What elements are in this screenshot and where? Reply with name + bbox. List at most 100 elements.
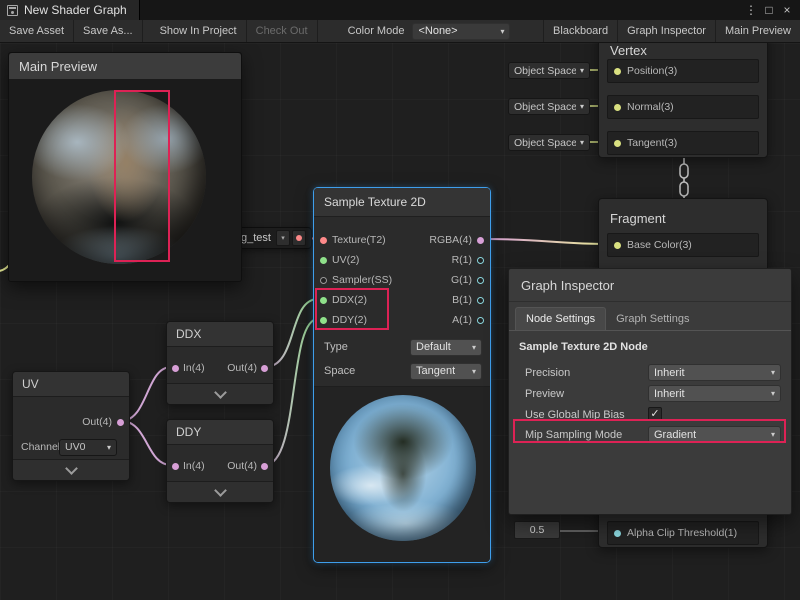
input-row-texture[interactable]: Texture(T2): [320, 230, 386, 250]
output-row-rgba[interactable]: RGBA(4): [429, 230, 484, 250]
maximize-icon[interactable]: □: [760, 0, 778, 20]
ddy-in-port[interactable]: [172, 463, 179, 470]
color-mode-label: Color Mode: [342, 20, 411, 42]
property-output-port[interactable]: [292, 230, 306, 246]
graph-inspector-toggle[interactable]: Graph Inspector: [617, 20, 715, 42]
input-row-ddx[interactable]: DDX(2): [320, 290, 367, 310]
ddy-collapse-button[interactable]: [167, 481, 273, 502]
graph-inspector-header[interactable]: Graph Inspector: [509, 269, 791, 302]
output-row-g[interactable]: G(1): [451, 270, 484, 290]
alpha-clip-port-dot[interactable]: [614, 530, 621, 537]
precision-row: Precision Inherit ▾: [525, 363, 779, 382]
input-row-sampler[interactable]: Sampler(SS): [320, 270, 392, 290]
ddy-node[interactable]: DDY In(4) Out(4): [166, 419, 274, 503]
ddx-out-port[interactable]: [261, 365, 268, 372]
uv-out-port[interactable]: [117, 419, 124, 426]
inspector-tabs: Node Settings Graph Settings: [509, 307, 791, 331]
chevron-down-icon: ▾: [472, 343, 476, 352]
main-preview-header[interactable]: Main Preview: [9, 53, 241, 80]
type-dropdown[interactable]: Default ▾: [410, 339, 482, 356]
space-label: Space: [324, 365, 355, 377]
vertex-node[interactable]: Vertex Position(3) Normal(3) Tangent(3): [598, 30, 768, 158]
ddx-collapse-button[interactable]: [167, 383, 273, 404]
ddx-node-title: DDX: [167, 322, 273, 347]
save-as-button[interactable]: Save As...: [74, 20, 143, 42]
mip-mode-label: Mip Sampling Mode: [525, 429, 622, 441]
main-preview-toggle[interactable]: Main Preview: [715, 20, 800, 42]
g-port-dot[interactable]: [477, 277, 484, 284]
window-title: New Shader Graph: [24, 3, 127, 17]
ddx-node[interactable]: DDX In(4) Out(4): [166, 321, 274, 405]
ddy-port-dot[interactable]: [320, 317, 327, 324]
chevron-down-icon: ▾: [580, 66, 584, 75]
main-preview-title: Main Preview: [19, 59, 97, 74]
r-port-dot[interactable]: [477, 257, 484, 264]
color-mode-dropdown[interactable]: <None> ▾: [412, 23, 510, 40]
normal-space-dropdown[interactable]: Object Space ▾: [508, 98, 590, 115]
main-preview-panel[interactable]: Main Preview: [8, 52, 242, 282]
shader-graph-icon: [7, 5, 18, 16]
position-port-dot[interactable]: [614, 68, 621, 75]
inspector-node-heading: Sample Texture 2D Node: [519, 341, 648, 353]
graph-inspector-panel[interactable]: Graph Inspector Node Settings Graph Sett…: [508, 268, 792, 515]
texture-port-dot[interactable]: [320, 237, 327, 244]
precision-dropdown[interactable]: Inherit ▾: [648, 364, 781, 381]
vertex-port-tangent[interactable]: Tangent(3): [607, 131, 759, 155]
close-icon[interactable]: ×: [778, 0, 796, 20]
a-port-dot[interactable]: [477, 317, 484, 324]
output-row-a[interactable]: A(1): [452, 310, 484, 330]
uv-node[interactable]: UV Out(4) Channel UV0 ▾: [12, 371, 130, 481]
mip-mode-row: Mip Sampling Mode Gradient ▾: [525, 425, 779, 444]
ddy-node-title: DDY: [167, 420, 273, 445]
rgba-port-dot[interactable]: [477, 237, 484, 244]
output-row-b[interactable]: B(1): [452, 290, 484, 310]
main-preview-body: [9, 79, 241, 281]
uv-collapse-button[interactable]: [13, 459, 129, 480]
preview-dropdown[interactable]: Inherit ▾: [648, 385, 781, 402]
sampler-port-dot[interactable]: [320, 277, 327, 284]
position-space-dropdown[interactable]: Object Space ▾: [508, 62, 590, 79]
tab-node-settings[interactable]: Node Settings: [515, 307, 606, 330]
space-dropdown[interactable]: Tangent ▾: [410, 363, 482, 380]
alpha-clip-value-field[interactable]: 0.5: [514, 521, 560, 539]
fragment-port-alpha-clip[interactable]: Alpha Clip Threshold(1): [607, 521, 759, 545]
b-port-dot[interactable]: [477, 297, 484, 304]
ddx-in-port[interactable]: [172, 365, 179, 372]
mip-bias-row: Use Global Mip Bias ✓: [525, 405, 779, 424]
uv-port-dot[interactable]: [320, 257, 327, 264]
window-titlebar[interactable]: New Shader Graph ⋮ □ ×: [0, 0, 800, 21]
input-row-uv[interactable]: UV(2): [320, 250, 359, 270]
use-global-mip-bias-checkbox[interactable]: ✓: [648, 407, 662, 421]
document-tab[interactable]: New Shader Graph: [0, 0, 140, 20]
chevron-down-icon: ▾: [580, 102, 584, 111]
save-asset-button[interactable]: Save Asset: [0, 20, 74, 42]
vertex-port-normal[interactable]: Normal(3): [607, 95, 759, 119]
ddy-out-port[interactable]: [261, 463, 268, 470]
collapse-chevron-icon: [214, 484, 227, 497]
chevron-down-icon: ▾: [771, 389, 775, 398]
menu-icon[interactable]: ⋮: [742, 0, 760, 20]
blackboard-toggle[interactable]: Blackboard: [543, 20, 617, 42]
sample-texture-2d-node[interactable]: Sample Texture 2D Texture(T2) UV(2) Samp…: [313, 187, 491, 563]
shader-graph-window: Vertex Position(3) Normal(3) Tangent(3) …: [0, 0, 800, 600]
tab-graph-settings[interactable]: Graph Settings: [606, 308, 699, 330]
vertex-port-position[interactable]: Position(3): [607, 59, 759, 83]
collapse-chevron-icon: [65, 462, 78, 475]
base-color-port-dot[interactable]: [614, 242, 621, 249]
main-toolbar: Save Asset Save As... Show In Project Ch…: [0, 20, 800, 43]
fragment-port-base-color[interactable]: Base Color(3): [607, 233, 759, 257]
output-row-r[interactable]: R(1): [452, 250, 484, 270]
property-label: g_test: [241, 232, 271, 244]
main-preview-sphere[interactable]: [32, 90, 206, 264]
mip-sampling-mode-dropdown[interactable]: Gradient ▾: [648, 426, 781, 443]
node-preview-sphere[interactable]: [330, 395, 476, 541]
ddx-port-dot[interactable]: [320, 297, 327, 304]
property-dropdown[interactable]: ▾: [276, 230, 290, 246]
uv-channel-dropdown[interactable]: UV0 ▾: [59, 439, 117, 456]
tangent-space-dropdown[interactable]: Object Space ▾: [508, 134, 590, 151]
tangent-port-dot[interactable]: [614, 140, 621, 147]
normal-port-dot[interactable]: [614, 104, 621, 111]
input-row-ddy[interactable]: DDY(2): [320, 310, 367, 330]
check-icon: ✓: [650, 409, 659, 420]
show-in-project-button[interactable]: Show In Project: [151, 20, 247, 42]
